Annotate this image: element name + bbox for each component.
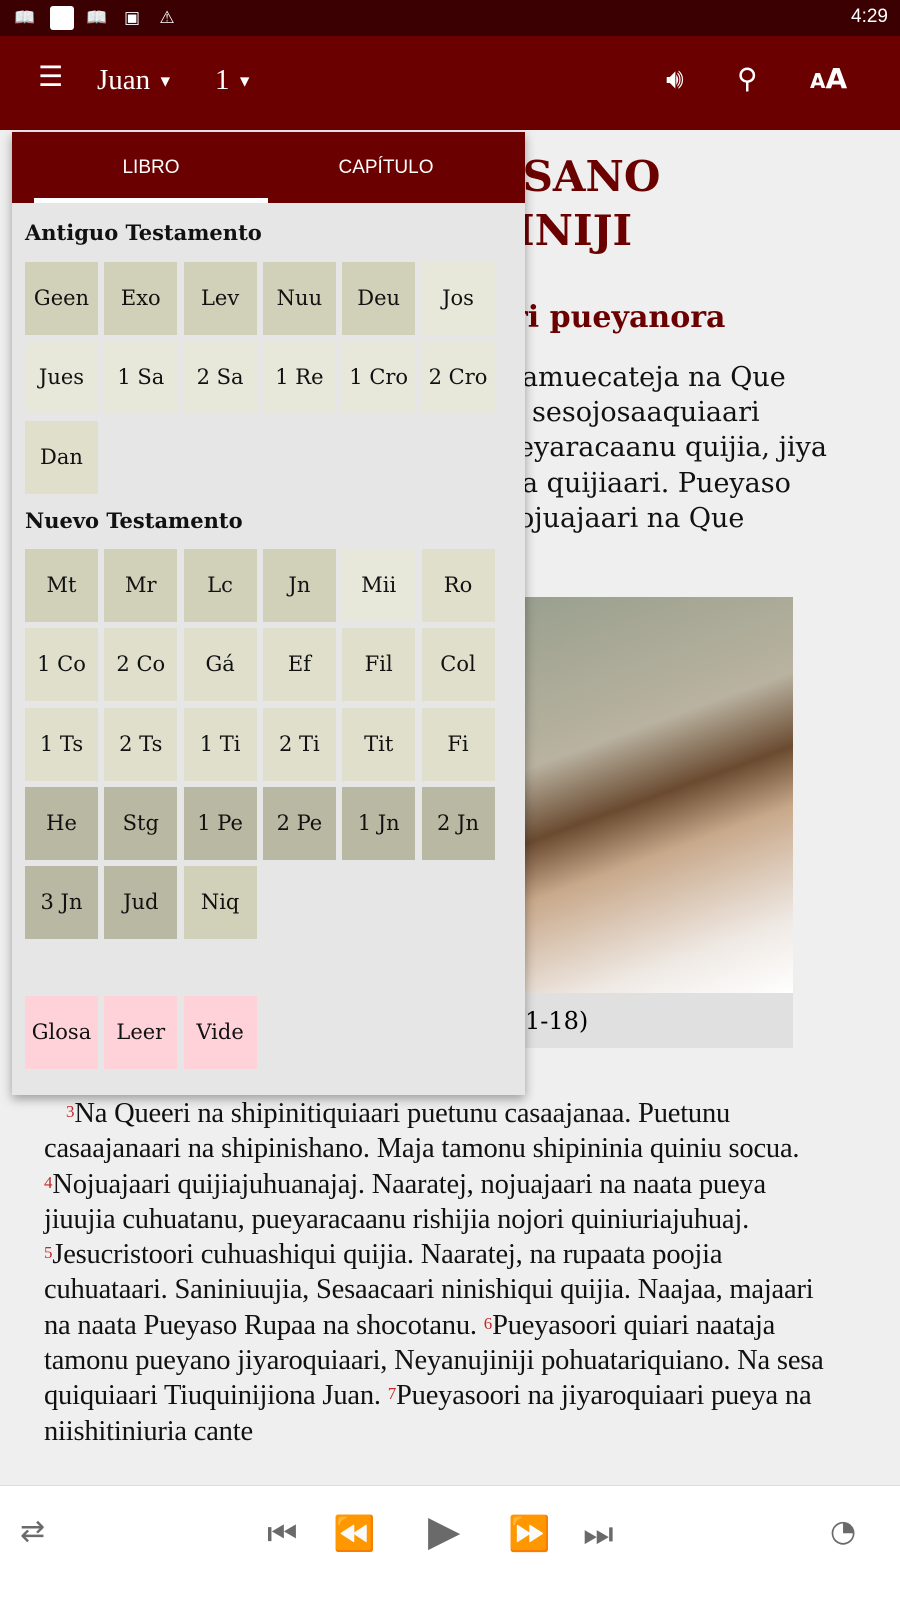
blank-notification-icon (50, 6, 74, 30)
book-tile[interactable]: Geen (25, 262, 98, 335)
verse-number: 5 (44, 1243, 53, 1263)
status-bar: 📖 📖 ▣ ⚠ 4:29 (0, 0, 900, 36)
book-tile[interactable]: Jos (421, 262, 495, 335)
book-tile[interactable]: Niq (183, 866, 257, 940)
book-tile[interactable]: 1 Sa (104, 341, 178, 415)
caption-text: 1-18) (525, 1007, 589, 1035)
book-tile[interactable]: Glosa (25, 996, 98, 1069)
book-tile[interactable]: Jues (25, 341, 98, 415)
chapter-number: 1 (215, 64, 230, 96)
illustration-caption: 1-18) (525, 993, 793, 1048)
intro-line: a quijiaari. Pueyaso (522, 468, 791, 499)
book-tile[interactable]: 2 Cro (421, 341, 495, 415)
book-tile[interactable]: Mt (25, 549, 98, 622)
verse: Na Queeri na shipinitiquiaari puetunu ca… (44, 1098, 800, 1165)
play-icon[interactable]: ▶ (428, 1506, 460, 1555)
book-tile[interactable]: 1 Ts (25, 707, 98, 781)
chapter-title-line2: INIJI (515, 206, 633, 255)
intro-line: ojuajaari na Que (518, 503, 745, 534)
book-tile[interactable]: 2 Jn (421, 786, 495, 860)
intro-line: eyaracaanu quijia, jiya (518, 432, 827, 463)
book-tile[interactable]: 2 Pe (262, 786, 336, 860)
intro-line: amuecateja na Que (522, 362, 786, 393)
book-tile[interactable]: Mii (342, 549, 416, 622)
verse-number: 6 (483, 1313, 493, 1333)
book-name: Juan (97, 64, 151, 96)
verse-number: 7 (387, 1384, 397, 1404)
audio-player-bar: ⇄ ⏮ ⏪ ▶ ⏩ ⏭ ◔ (0, 1485, 900, 1600)
new-testament-heading: Nuevo Testamento (25, 508, 243, 533)
chapter-selector[interactable]: 1 ▼ (215, 64, 253, 97)
book-tile[interactable]: 2 Co (104, 628, 178, 702)
dropdown-arrow-icon: ▼ (236, 73, 253, 91)
book-tile[interactable]: Nuu (262, 262, 336, 335)
book-tile[interactable]: 1 Ti (183, 707, 257, 781)
search-icon[interactable]: ⚲ (737, 62, 758, 95)
verse-number: 3 (66, 1102, 75, 1121)
book-tile[interactable]: Gá (183, 628, 257, 702)
verse: Nojuajaari quijiajuhuanajaj. Naaratej, n… (44, 1168, 766, 1235)
fast-forward-icon[interactable]: ⏩ (508, 1514, 550, 1554)
book-tile[interactable]: Dan (25, 420, 98, 494)
book-tile[interactable]: Exo (104, 262, 178, 335)
menu-icon[interactable]: ☰ (38, 60, 63, 93)
book-tile[interactable]: Jn (262, 549, 336, 622)
book-tile[interactable]: Leer (104, 996, 178, 1069)
tab-capitulo[interactable]: CAPÍTULO (268, 132, 504, 203)
verse-number: 4 (44, 1172, 53, 1192)
book-tile[interactable]: 2 Ts (104, 707, 178, 781)
app-bar: ☰ Juan ▼ 1 ▼ 🔊︎ ⚲ AA (0, 36, 900, 130)
section-heading: ri pueyanora (512, 300, 726, 335)
book-tile[interactable]: 3 Jn (25, 866, 98, 940)
warning-icon: ⚠ (159, 8, 175, 28)
skip-previous-icon[interactable]: ⏮ (267, 1514, 298, 1554)
book-tile[interactable]: Deu (342, 262, 416, 335)
book-tile[interactable]: 1 Co (25, 628, 98, 702)
book-tile[interactable]: Ro (421, 549, 495, 622)
rewind-icon[interactable]: ⏪ (333, 1514, 375, 1554)
book-tile[interactable]: Col (421, 628, 495, 702)
old-testament-heading: Antiguo Testamento (25, 220, 262, 245)
book-tile[interactable]: Mr (104, 549, 178, 622)
book-tile[interactable]: Vide (183, 996, 257, 1069)
book-tile[interactable]: 2 Sa (183, 341, 257, 415)
book-tile[interactable]: Fi (421, 707, 495, 781)
book-tile[interactable]: He (25, 786, 98, 860)
font-size-icon[interactable]: AA (810, 62, 847, 95)
book-tile[interactable]: 1 Jn (342, 786, 416, 860)
illustration-image[interactable] (525, 597, 793, 993)
dropdown-arrow-icon: ▼ (157, 73, 174, 91)
book-tile[interactable]: Jud (104, 866, 178, 940)
bible-icon: 📖 (86, 8, 108, 28)
image-icon: ▣ (123, 8, 141, 28)
book-tile[interactable]: Tit (342, 707, 416, 781)
book-tile[interactable]: Ef (262, 628, 336, 702)
tab-libro[interactable]: LIBRO (34, 132, 268, 203)
book-tile[interactable]: 1 Re (262, 341, 336, 415)
clock: 4:29 (851, 6, 888, 27)
book-chooser-popup: LIBRO CAPÍTULO Antiguo Testamento Geen Ex… (12, 132, 525, 1095)
verse-text: 3Na Queeri na shipinitiquiaari puetunu c… (44, 1096, 844, 1449)
intro-line: sesojosaaquiaari (532, 397, 760, 428)
bible-icon: 📖 (14, 8, 36, 28)
book-tile[interactable]: Stg (104, 786, 178, 860)
book-tile[interactable]: 2 Ti (262, 707, 336, 781)
book-tile[interactable]: 1 Cro (342, 341, 416, 415)
book-tile[interactable]: Fil (342, 628, 416, 702)
book-tile[interactable]: Lc (183, 549, 257, 622)
tab-bar: LIBRO CAPÍTULO (12, 132, 525, 203)
skip-next-icon[interactable]: ⏭ (583, 1514, 614, 1554)
book-tile[interactable]: Lev (183, 262, 257, 335)
volume-icon[interactable]: 🔊︎ (666, 62, 684, 96)
repeat-icon[interactable]: ⇄ (20, 1514, 45, 1549)
book-tile[interactable]: 1 Pe (183, 786, 257, 860)
speed-icon[interactable]: ◔ (830, 1514, 856, 1549)
book-selector[interactable]: Juan ▼ (97, 64, 173, 97)
